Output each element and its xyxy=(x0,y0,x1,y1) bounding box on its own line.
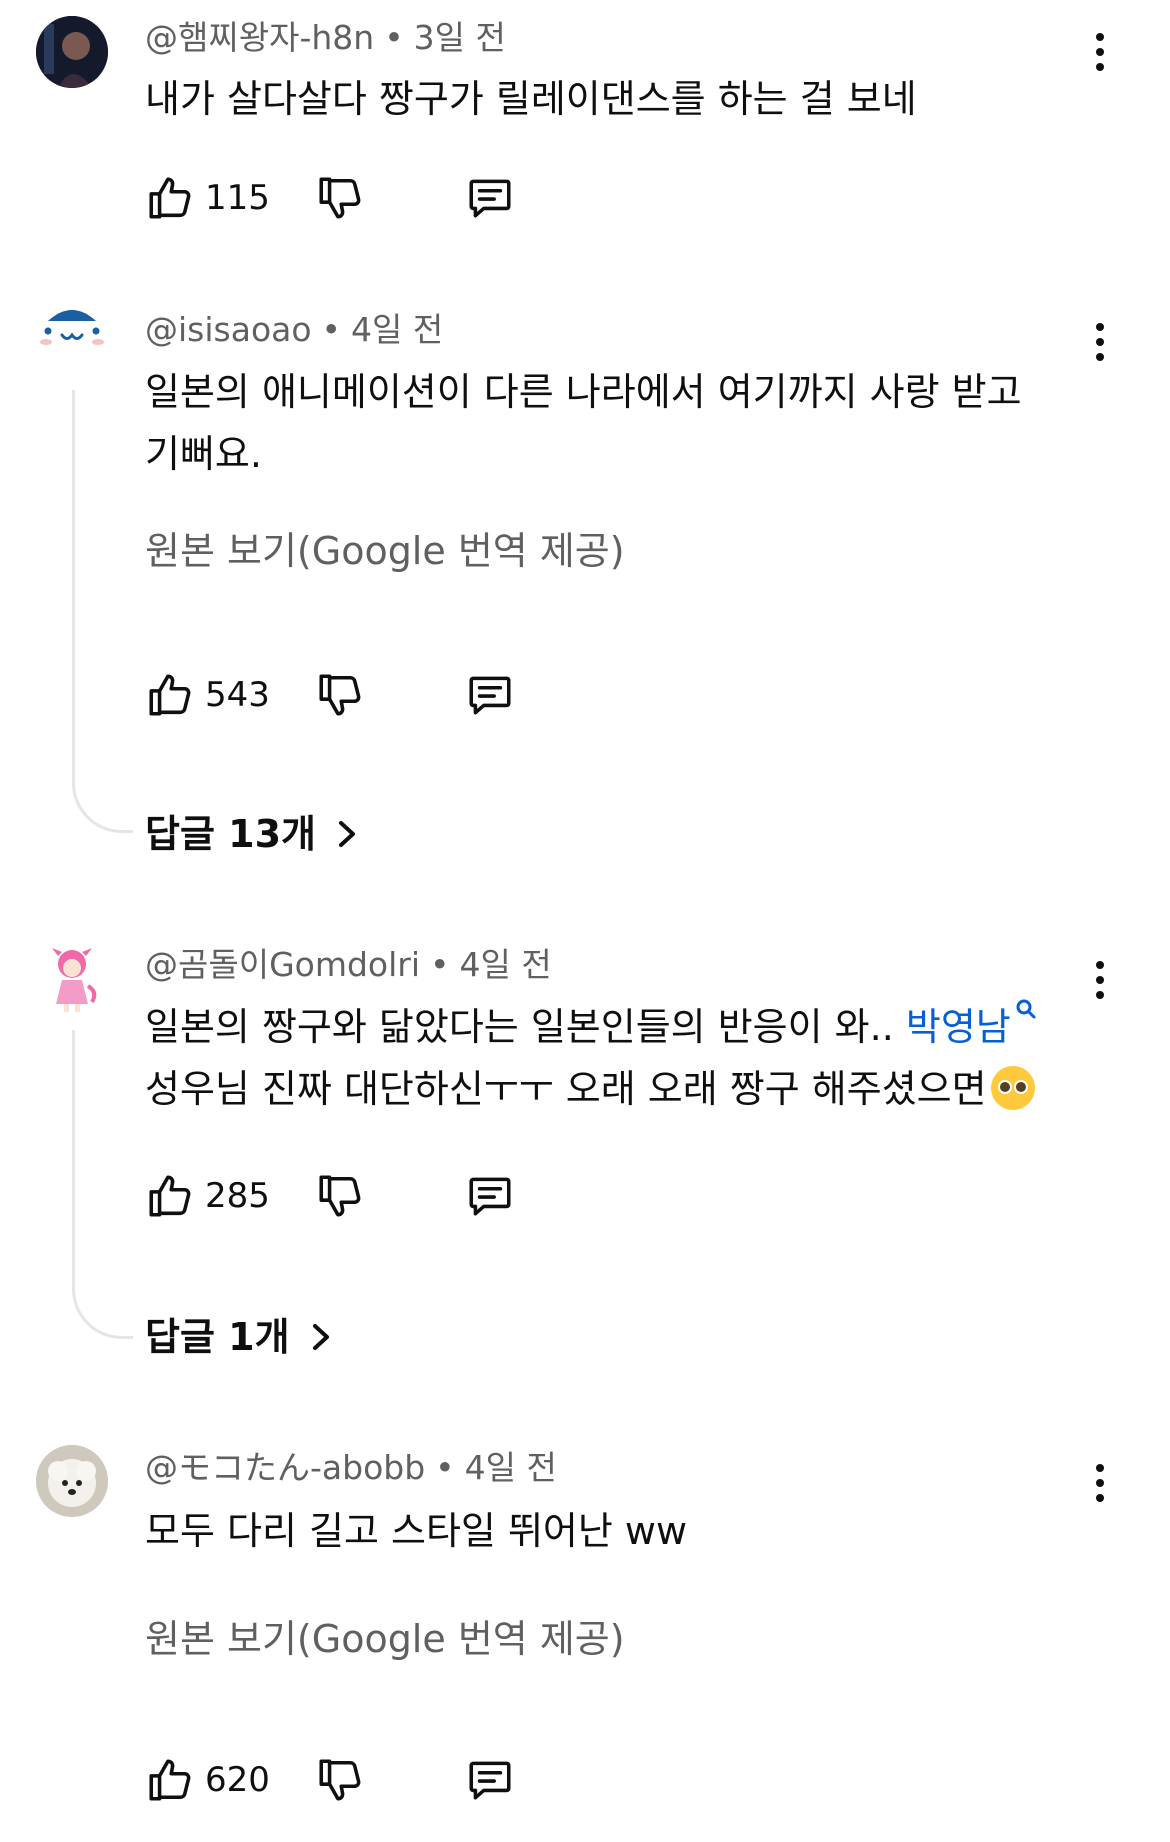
separator-dot: • xyxy=(384,18,404,57)
dislike-button[interactable] xyxy=(315,1168,365,1224)
separator-dot: • xyxy=(435,1448,455,1487)
more-vert-icon xyxy=(1096,1464,1104,1472)
like-count: 543 xyxy=(205,675,270,715)
chevron-right-icon xyxy=(339,821,355,847)
dislike-icon xyxy=(315,173,365,223)
like-icon xyxy=(145,173,195,223)
comment-header: @햄찌왕자-h8n • 3일 전 xyxy=(145,18,506,58)
comment-time: 4일 전 xyxy=(464,1448,557,1487)
comment-time: 4일 전 xyxy=(351,310,444,349)
like-button[interactable] xyxy=(145,667,195,723)
more-options-button[interactable] xyxy=(1080,312,1120,372)
view-original-link[interactable]: 원본 보기(Google 번역 제공) xyxy=(145,1616,625,1662)
comment-time: 3일 전 xyxy=(413,18,506,57)
more-options-button[interactable] xyxy=(1080,1453,1120,1513)
dislike-icon xyxy=(315,1755,365,1805)
dislike-button[interactable] xyxy=(315,667,365,723)
comment-header: @곰돌이Gomdolri • 4일 전 xyxy=(145,945,552,985)
search-icon xyxy=(1016,999,1036,1019)
view-replies-button[interactable]: 답글 1개 xyxy=(145,1314,334,1360)
like-count: 620 xyxy=(205,1760,270,1800)
dislike-button[interactable] xyxy=(315,170,365,226)
comment-text: 성우님 진짜 대단하신ㅜㅜ 오래 오래 짱구 해주셨으면 xyxy=(145,1067,987,1111)
like-button[interactable] xyxy=(145,1752,195,1808)
comment-time: 4일 전 xyxy=(459,945,552,984)
like-count: 285 xyxy=(205,1176,270,1216)
comment-text-line: 일본의 짱구와 닮았다는 일본인들의 반응이 와.. 박영남 xyxy=(145,996,1039,1058)
avatar[interactable] xyxy=(36,1445,108,1517)
more-vert-icon xyxy=(1096,961,1104,969)
thread-line xyxy=(72,1030,133,1339)
comment-header: @isisaoao • 4일 전 xyxy=(145,310,443,350)
replies-label: 답글 1개 xyxy=(145,1315,290,1359)
reply-button[interactable] xyxy=(465,170,515,226)
comment-text: 일본의 짱구와 닮았다는 일본인들의 반응이 와.. xyxy=(145,1005,906,1049)
comment-text-line: 일본의 애니메이션이 다른 나라에서 여기까지 사랑 받고 xyxy=(145,370,1022,414)
like-button[interactable] xyxy=(145,170,195,226)
view-replies-button[interactable]: 답글 13개 xyxy=(145,811,360,857)
author-name[interactable]: @햄찌왕자-h8n xyxy=(145,18,374,57)
reply-icon xyxy=(465,1755,515,1805)
author-name[interactable]: @isisaoao xyxy=(145,310,312,349)
reply-button[interactable] xyxy=(465,667,515,723)
chevron-right-icon xyxy=(312,1324,329,1350)
separator-dot: • xyxy=(321,310,342,349)
dislike-icon xyxy=(315,670,365,720)
reply-button[interactable] xyxy=(465,1168,515,1224)
comment-header: @モコたん-abobb • 4일 전 xyxy=(145,1448,557,1488)
replies-label: 답글 13개 xyxy=(145,812,316,856)
view-original-link[interactable]: 원본 보기(Google 번역 제공) xyxy=(145,528,625,574)
search-link[interactable]: 박영남 xyxy=(906,1005,1011,1049)
like-count: 115 xyxy=(205,178,270,218)
dislike-icon xyxy=(315,1171,365,1221)
like-icon xyxy=(145,1755,195,1805)
thread-line xyxy=(72,390,133,833)
reply-icon xyxy=(465,670,515,720)
author-name[interactable]: @곰돌이Gomdolri xyxy=(145,945,420,984)
like-icon xyxy=(145,670,195,720)
reply-icon xyxy=(465,173,515,223)
more-vert-icon xyxy=(1096,33,1104,41)
comment-text: 내가 살다살다 짱구가 릴레이댄스를 하는 걸 보네 xyxy=(145,77,917,121)
more-options-button[interactable] xyxy=(1080,22,1120,82)
comment-text-line: 성우님 진짜 대단하신ㅜㅜ 오래 오래 짱구 해주셨으면 xyxy=(145,1058,1035,1120)
avatar[interactable] xyxy=(36,942,108,1014)
comment-text: 모두 다리 길고 스타일 뛰어난 ww xyxy=(145,1509,688,1553)
avatar[interactable] xyxy=(36,295,108,367)
more-options-button[interactable] xyxy=(1080,950,1120,1010)
reply-icon xyxy=(465,1171,515,1221)
pleading-face-emoji xyxy=(990,1066,1035,1110)
comment-text-line: 기뻐요. xyxy=(145,432,262,476)
like-button[interactable] xyxy=(145,1168,195,1224)
dislike-button[interactable] xyxy=(315,1752,365,1808)
more-vert-icon xyxy=(1096,323,1104,331)
like-icon xyxy=(145,1171,195,1221)
avatar[interactable] xyxy=(36,16,108,88)
reply-button[interactable] xyxy=(465,1752,515,1808)
author-name[interactable]: @モコたん-abobb xyxy=(145,1448,425,1487)
separator-dot: • xyxy=(430,945,450,984)
